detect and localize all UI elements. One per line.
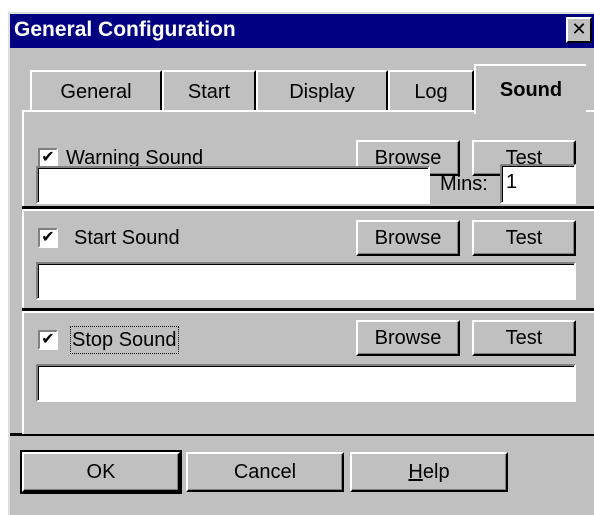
section-divider-highlight xyxy=(22,209,594,211)
close-button[interactable]: ✕ xyxy=(566,17,592,43)
help-mnemonic: H xyxy=(408,461,423,483)
warning-sound-path-input[interactable] xyxy=(36,166,430,204)
warning-sound-checkbox[interactable]: ✔ xyxy=(38,148,58,168)
tab-log[interactable]: Log xyxy=(388,70,474,112)
stop-sound-label[interactable]: Stop Sound xyxy=(70,326,179,354)
mins-input[interactable]: 1 xyxy=(500,164,576,204)
cancel-button[interactable]: Cancel xyxy=(186,452,344,492)
ok-button[interactable]: OK xyxy=(20,450,182,494)
help-button[interactable]: Help xyxy=(350,452,508,492)
tab-sound[interactable]: Sound xyxy=(474,64,586,114)
stop-sound-path-input[interactable] xyxy=(36,364,576,402)
start-sound-label[interactable]: Start Sound xyxy=(74,226,180,250)
start-sound-path-input[interactable] xyxy=(36,262,576,300)
stop-test-button[interactable]: Test xyxy=(472,320,576,356)
close-icon[interactable]: ✕ xyxy=(571,19,586,39)
stop-browse-button[interactable]: Browse xyxy=(356,320,460,356)
start-test-button[interactable]: Test xyxy=(472,220,576,256)
start-browse-button[interactable]: Browse xyxy=(356,220,460,256)
checkmark-icon: ✔ xyxy=(41,229,55,246)
tab-general[interactable]: General xyxy=(30,70,162,112)
tab-start[interactable]: Start xyxy=(162,70,256,112)
start-sound-checkbox[interactable]: ✔ xyxy=(38,228,58,248)
window-title: General Configuration xyxy=(14,18,236,41)
mins-label: Mins: xyxy=(440,173,488,195)
checkmark-icon: ✔ xyxy=(41,331,55,348)
tab-display[interactable]: Display xyxy=(256,70,388,112)
stop-sound-checkbox[interactable]: ✔ xyxy=(38,330,58,350)
section-divider-highlight xyxy=(22,311,594,313)
checkmark-icon: ✔ xyxy=(41,149,55,166)
help-label-rest: elp xyxy=(422,461,450,483)
